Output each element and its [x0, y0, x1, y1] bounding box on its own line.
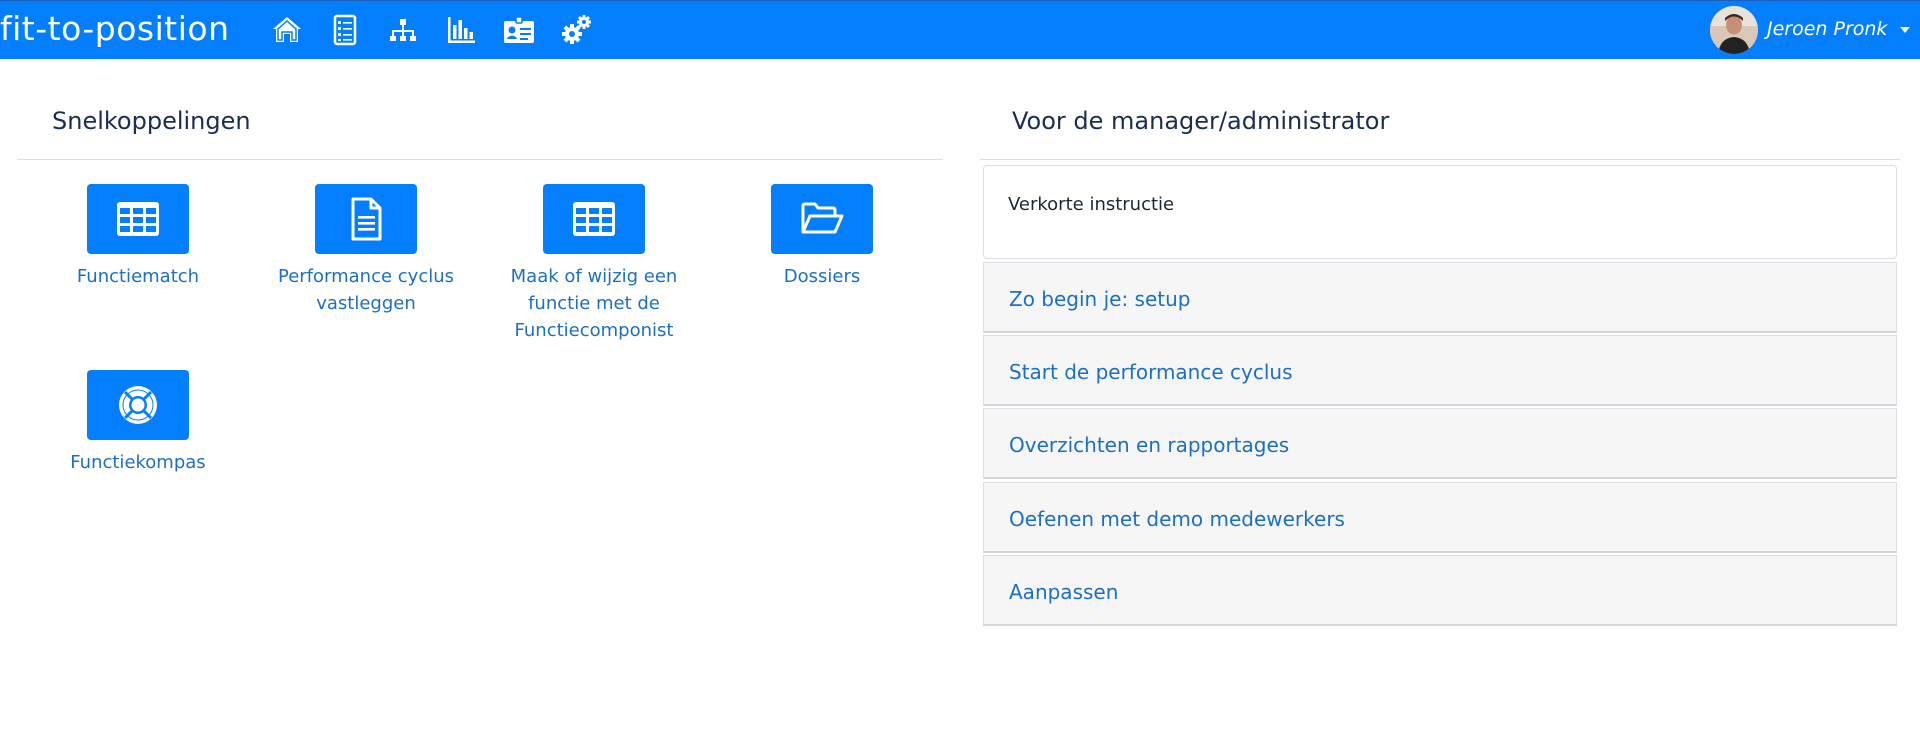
tile-performance-cyclus[interactable]: Performance cyclus vastleggen [252, 184, 480, 317]
accordion-item-oefenen[interactable]: Oefenen met demo medewerkers [983, 482, 1897, 553]
chevron-down-icon [1900, 27, 1910, 33]
checklist-icon[interactable] [328, 13, 362, 47]
top-navbar: fit-to-position Jeroen Pronk [0, 0, 1920, 59]
gears-icon[interactable] [560, 13, 594, 47]
grid-icon [543, 184, 645, 254]
org-chart-icon[interactable] [386, 13, 420, 47]
folder-open-icon [771, 184, 873, 254]
tile-label: Performance cyclus vastleggen [277, 266, 455, 314]
manager-divider [980, 159, 1900, 160]
tile-label: Functiekompas [70, 452, 206, 473]
tile-label: Dossiers [783, 266, 861, 287]
user-name: Jeroen Pronk [1767, 18, 1888, 40]
accordion-item-performance-cyclus[interactable]: Start de performance cyclus [983, 335, 1897, 406]
document-icon [315, 184, 417, 254]
tile-functiecomponist[interactable]: Maak of wijzig een functie met de Functi… [480, 184, 708, 344]
lifebuoy-icon [87, 370, 189, 440]
accordion-label: Zo begin je: setup [1009, 287, 1191, 311]
shortcuts-divider [17, 159, 943, 160]
tile-label: Maak of wijzig een functie met de Functi… [510, 266, 678, 341]
shortcuts-title: Snelkoppelingen [52, 107, 251, 135]
brand-logo[interactable]: fit-to-position [0, 5, 230, 53]
accordion-label: Start de performance cyclus [1009, 360, 1293, 384]
tile-functiematch[interactable]: Functiematch [24, 184, 252, 290]
user-menu[interactable]: Jeroen Pronk [1710, 1, 1920, 59]
manager-title: Voor de manager/administrator [1012, 107, 1390, 135]
id-card-icon[interactable] [502, 13, 536, 47]
home-icon[interactable] [270, 13, 304, 47]
grid-icon [87, 184, 189, 254]
instruction-heading: Verkorte instructie [1008, 194, 1175, 215]
instruction-card: Verkorte instructie [983, 165, 1897, 259]
accordion-label: Overzichten en rapportages [1009, 433, 1290, 457]
accordion-item-overzichten[interactable]: Overzichten en rapportages [983, 408, 1897, 479]
bar-chart-icon[interactable] [444, 13, 478, 47]
accordion-item-aanpassen[interactable]: Aanpassen [983, 555, 1897, 626]
avatar [1710, 6, 1758, 54]
tile-dossiers[interactable]: Dossiers [708, 184, 936, 290]
accordion-item-setup[interactable]: Zo begin je: setup [983, 262, 1897, 333]
tile-functiekompas[interactable]: Functiekompas [24, 370, 252, 476]
tile-label: Functiematch [76, 266, 200, 287]
accordion-label: Aanpassen [1009, 580, 1119, 604]
accordion-label: Oefenen met demo medewerkers [1009, 507, 1345, 531]
